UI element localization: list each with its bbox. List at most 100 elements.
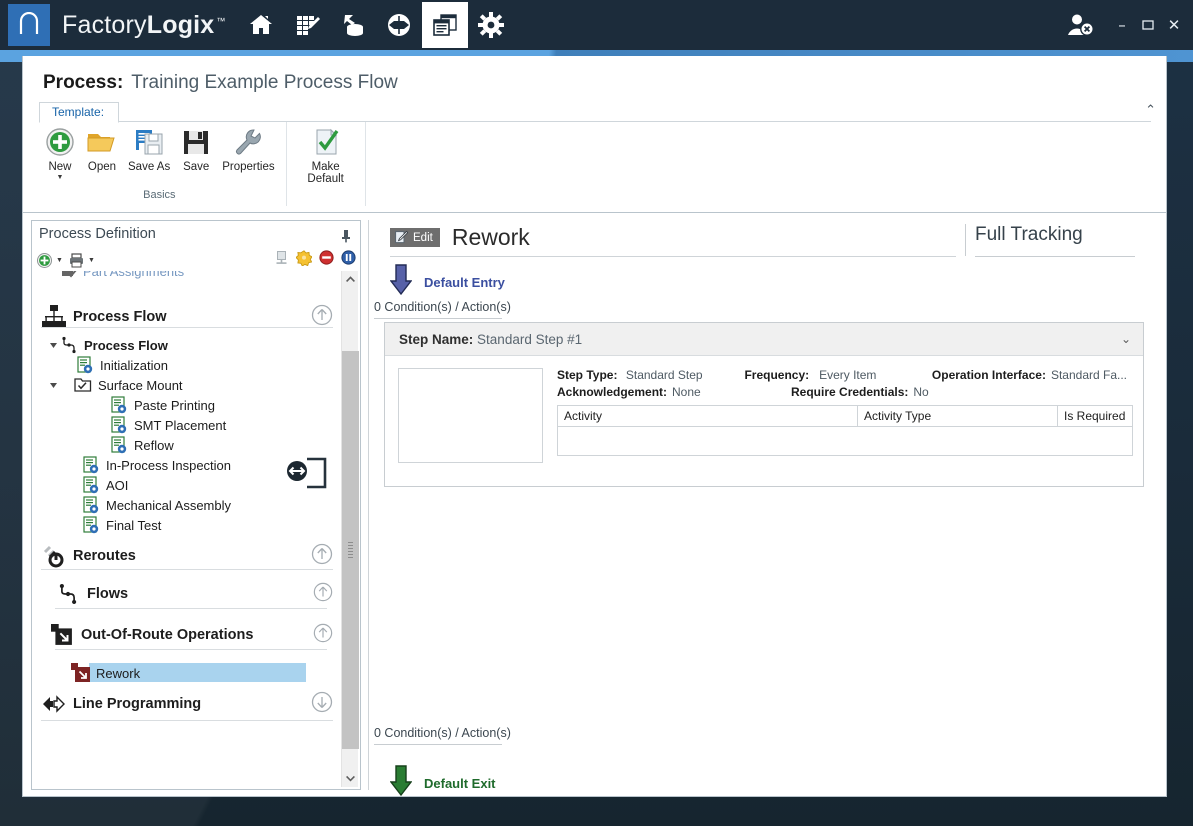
- section-label: Reroutes: [73, 548, 136, 564]
- brand-first: Factory: [62, 11, 147, 40]
- scroll-down-icon[interactable]: [342, 770, 359, 787]
- tracking-label: Full Tracking: [975, 224, 1143, 246]
- tree-node-smt-placement[interactable]: SMT Placement: [109, 415, 226, 435]
- default-exit-row[interactable]: Default Exit: [390, 765, 496, 802]
- checkmark-doc-icon: [310, 125, 342, 159]
- add-icon[interactable]: ▼: [36, 252, 63, 269]
- default-exit-label: Default Exit: [424, 776, 496, 791]
- entry-conditions-rule: [374, 318, 502, 319]
- properties-button[interactable]: Properties: [217, 125, 279, 173]
- tree-node-in-process-inspection[interactable]: In-Process Inspection: [81, 455, 231, 475]
- chevron-down-icon[interactable]: ▼: [56, 257, 63, 264]
- tab-template[interactable]: Template:: [39, 102, 119, 123]
- out-of-route-icon: [71, 663, 91, 683]
- nav-grid-edit-icon[interactable]: [284, 2, 330, 48]
- pause-icon[interactable]: [341, 250, 356, 270]
- flow-icon: [53, 583, 83, 605]
- scroll-up-icon[interactable]: [342, 271, 359, 288]
- nav-gear-icon[interactable]: [468, 2, 514, 48]
- scrollbar-thumb[interactable]: [342, 351, 359, 749]
- column-activity[interactable]: Activity: [558, 406, 858, 426]
- section-expand-down-icon[interactable]: [311, 691, 333, 718]
- column-activity-type[interactable]: Activity Type: [858, 406, 1058, 426]
- tree-node-process-flow[interactable]: Process Flow: [47, 335, 168, 355]
- edit-button[interactable]: Edit: [390, 228, 440, 247]
- nav-navigate-icon[interactable]: [376, 2, 422, 48]
- tree-node-mechanical-assembly[interactable]: Mechanical Assembly: [81, 495, 231, 515]
- panel-toolbar-right: [274, 250, 356, 271]
- open-button[interactable]: Open: [81, 125, 123, 173]
- close-button[interactable]: ✕: [1161, 12, 1187, 38]
- tree-item-part-assignments[interactable]: Part Assignments: [61, 271, 184, 279]
- new-button[interactable]: New ▼: [39, 125, 81, 181]
- properties-button-label: Properties: [222, 161, 274, 173]
- window-controls: – ✕: [1065, 0, 1187, 50]
- ribbon-collapse-icon[interactable]: ⌃: [1145, 102, 1156, 118]
- section-rule: [55, 649, 327, 650]
- section-line-programming[interactable]: Line Programming: [39, 694, 335, 714]
- tree-node-aoi[interactable]: AOI: [81, 475, 128, 495]
- tree-node-label: Surface Mount: [98, 378, 183, 393]
- tree-scrollbar[interactable]: [341, 271, 358, 787]
- section-flows[interactable]: Flows: [53, 583, 335, 605]
- minimize-button[interactable]: –: [1109, 12, 1135, 38]
- chevron-down-icon[interactable]: ⌄: [1121, 332, 1131, 346]
- section-collapse-up-icon[interactable]: [313, 623, 333, 648]
- validate-icon[interactable]: [296, 250, 312, 271]
- step-type-value: Standard Step: [626, 367, 745, 384]
- maximize-button[interactable]: [1135, 12, 1161, 38]
- column-is-required[interactable]: Is Required: [1058, 406, 1132, 426]
- tree-node-rework[interactable]: Rework: [71, 663, 311, 683]
- pin-icon[interactable]: [340, 229, 352, 248]
- chevron-down-icon[interactable]: ▼: [88, 257, 95, 264]
- section-collapse-up-icon[interactable]: [313, 582, 333, 607]
- step-icon: [81, 516, 101, 534]
- user-logout-icon[interactable]: [1065, 12, 1095, 38]
- print-icon[interactable]: ▼: [68, 252, 95, 269]
- make-default-button[interactable]: Make Default: [293, 125, 359, 185]
- tree-node-final-test[interactable]: Final Test: [81, 515, 161, 535]
- twisty-icon[interactable]: [47, 381, 59, 390]
- operation-interface-value: Standard Fa...: [1051, 367, 1127, 384]
- ribbon-tab-row: Template:: [39, 102, 1151, 122]
- section-label: Flows: [87, 586, 128, 602]
- section-out-of-route-operations[interactable]: Out-Of-Route Operations: [47, 624, 335, 646]
- twisty-icon[interactable]: [47, 341, 59, 350]
- section-reroutes[interactable]: Reroutes: [39, 543, 335, 569]
- require-credentials-label: Require Credentials:: [791, 384, 908, 401]
- tree-node-label: AOI: [106, 478, 128, 493]
- step-detail-panel: Edit Rework Full Tracking Default Entry …: [368, 220, 1160, 790]
- step-icon: [109, 436, 129, 454]
- step-icon: [81, 456, 101, 474]
- block-icon[interactable]: [319, 250, 334, 270]
- step-icon: [109, 396, 129, 414]
- edit-button-label: Edit: [413, 232, 433, 244]
- nav-home-icon[interactable]: [238, 2, 284, 48]
- step-fields: Step Type: Standard Step Frequency: Ever…: [557, 367, 1127, 401]
- wrench-icon: [232, 125, 264, 159]
- default-entry-row[interactable]: Default Entry: [390, 264, 505, 301]
- section-rule: [41, 569, 333, 570]
- save-button[interactable]: Save: [175, 125, 217, 173]
- step-icon: [75, 356, 95, 374]
- tree-node-surface-mount[interactable]: Surface Mount: [47, 375, 183, 395]
- out-of-route-icon: [47, 624, 77, 646]
- export-icon[interactable]: [274, 250, 289, 270]
- save-as-button[interactable]: Save As: [123, 125, 175, 173]
- section-rule: [55, 608, 327, 609]
- tree-node-reflow[interactable]: Reflow: [109, 435, 174, 455]
- tree-node-label: In-Process Inspection: [106, 458, 231, 473]
- tree-node-label: SMT Placement: [134, 418, 226, 433]
- tree-node-paste-printing[interactable]: Paste Printing: [109, 395, 215, 415]
- section-collapse-up-icon[interactable]: [311, 543, 333, 570]
- chevron-down-icon[interactable]: ▼: [57, 174, 64, 181]
- frequency-label: Frequency:: [744, 367, 819, 384]
- tree-node-initialization[interactable]: Initialization: [75, 355, 168, 375]
- step-type-label: Step Type:: [557, 367, 626, 384]
- panel-toolbar: ▼ ▼: [36, 249, 358, 271]
- exit-arrow-icon: [390, 765, 412, 802]
- nav-database-import-icon[interactable]: [330, 2, 376, 48]
- step-card-header[interactable]: Step Name: Standard Step #1 ⌄: [385, 323, 1143, 356]
- detail-header: Edit Rework: [390, 224, 960, 251]
- nav-windows-icon[interactable]: [422, 2, 468, 48]
